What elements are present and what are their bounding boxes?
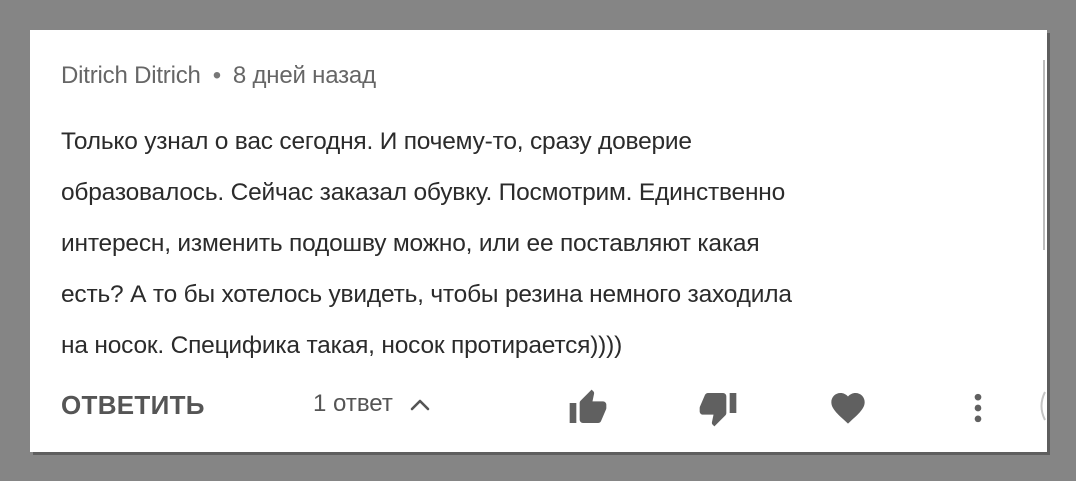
dislike-button[interactable] [698, 388, 738, 428]
reply-button[interactable]: ОТВЕТИТЬ [61, 390, 205, 421]
meta-separator: • [212, 62, 221, 89]
comment-card: Ditrich Ditrich • 8 дней назад Только узна… [30, 30, 1047, 452]
author-name[interactable]: Ditrich Ditrich [61, 62, 201, 89]
comment-line: Только узнал о вас сегодня. И почему-то,… [61, 128, 692, 155]
overflow-edge [1037, 386, 1047, 435]
comment-line: образовалось. Сейчас заказал обувку. Пос… [61, 179, 786, 206]
more-button[interactable] [958, 388, 998, 428]
comment-time[interactable]: 8 дней назад [233, 62, 376, 89]
thumbs-down-icon [698, 388, 738, 428]
like-button[interactable] [568, 388, 608, 428]
heart-button[interactable] [828, 388, 868, 428]
comment-line: на носок. Специфика такая, носок протира… [61, 332, 623, 359]
thumbs-up-icon [568, 388, 608, 428]
comment-text: Только узнал о вас сегодня. И почему-то,… [61, 116, 1047, 371]
comment-line: есть? А то бы хотелось увидеть, чтобы ре… [61, 281, 792, 308]
heart-icon [828, 388, 868, 428]
replies-toggle-button[interactable]: 1 ответ [313, 390, 431, 419]
comment-line: интересн, изменить подошву можно, или ее… [61, 230, 760, 257]
replies-count-label: 1 ответ [313, 390, 393, 417]
chevron-up-icon [409, 391, 431, 419]
more-vertical-icon [958, 388, 998, 428]
comment-actions: ОТВЕТИТЬ 1 ответ [30, 378, 1047, 434]
comment-header: Ditrich Ditrich • 8 дней назад [61, 62, 376, 90]
